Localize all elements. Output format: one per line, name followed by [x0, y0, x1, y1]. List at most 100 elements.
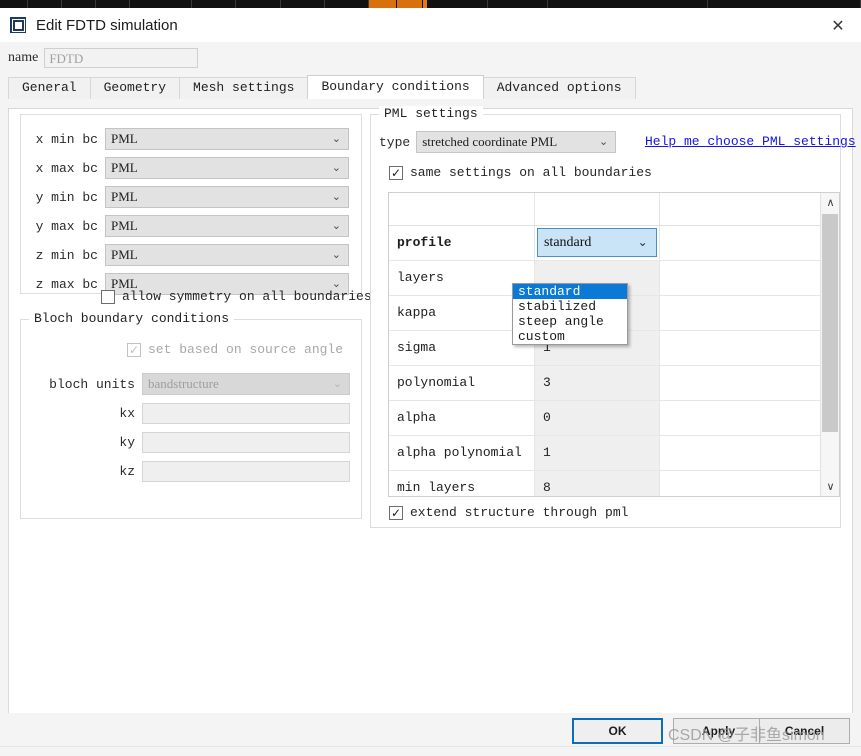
bloch-units-select[interactable]: bandstructure ⌄	[142, 373, 350, 395]
taskbar-segment	[28, 0, 62, 8]
dropdown-option-stabilized[interactable]: stabilized	[513, 299, 627, 314]
param-empty-min-layers	[659, 470, 839, 496]
taskbar-segment	[428, 0, 488, 8]
bc-label-y-max: y max bc	[35, 218, 98, 234]
table-vertical-scrollbar[interactable]: ∧ ∨	[820, 193, 839, 496]
checkbox-box: ✓	[389, 505, 403, 520]
chevron-down-icon: ⌄	[331, 248, 341, 261]
bloch-kz-label: kz	[119, 463, 135, 479]
dialog-title: Edit FDTD simulation	[36, 16, 178, 34]
param-value-profile-cell[interactable]: standard ⌄	[534, 225, 660, 261]
allow-symmetry-label: allow symmetry on all boundaries	[122, 289, 372, 304]
taskbar-segment	[192, 0, 236, 8]
param-value-alpha[interactable]: 0	[534, 400, 660, 436]
table-row: polynomial 3	[389, 365, 839, 401]
edit-fdtd-dialog: Edit FDTD simulation ✕ name FDTD General…	[0, 8, 861, 756]
bc-select-x-min[interactable]: PML ⌄	[105, 128, 349, 150]
scrollbar-thumb[interactable]	[822, 214, 838, 432]
square-window-icon	[10, 17, 26, 33]
dropdown-option-custom[interactable]: custom	[513, 329, 627, 344]
bloch-ky-input[interactable]	[142, 431, 350, 453]
pml-table: profile standard ⌄ layers kappa sigma 1 …	[389, 193, 839, 496]
bloch-kz-input[interactable]	[142, 460, 350, 482]
dialog-bottom-edge	[0, 746, 861, 756]
scroll-up-icon[interactable]: ∧	[821, 193, 839, 212]
table-header-cell-value	[534, 193, 660, 226]
taskbar-segment	[236, 0, 281, 8]
bc-label-y-min: y min bc	[35, 189, 98, 205]
bc-label-z-min: z min bc	[35, 247, 98, 263]
bc-value-x-max: PML	[111, 160, 138, 175]
profile-dropdown-list[interactable]: standard stabilized steep angle custom	[512, 283, 628, 345]
param-empty-kappa	[659, 295, 839, 331]
chevron-down-icon: ⌄	[332, 377, 342, 390]
bc-value-x-min: PML	[111, 131, 138, 146]
taskbar-segment-active	[369, 0, 397, 8]
dialog-titlebar: Edit FDTD simulation ✕	[0, 8, 861, 42]
help-me-choose-pml-link[interactable]: Help me choose PML settings	[645, 134, 856, 149]
chevron-down-icon: ⌄	[331, 219, 341, 232]
tab-bar: General Geometry Mesh settings Boundary …	[8, 75, 861, 99]
pml-type-select[interactable]: stretched coordinate PML ⌄	[416, 131, 617, 153]
bloch-units-row: bloch units bandstructure ⌄	[20, 372, 355, 396]
bloch-kx-input[interactable]	[142, 402, 350, 424]
tab-boundary-conditions[interactable]: Boundary conditions	[307, 75, 484, 99]
param-empty-polynomial	[659, 365, 839, 401]
profile-selected-value: standard	[543, 235, 592, 250]
table-row: min layers 8	[389, 470, 839, 496]
bloch-ky-label: ky	[119, 434, 135, 450]
bc-row-z-min: z min bc PML ⌄	[29, 243, 355, 267]
tab-geometry[interactable]: Geometry	[89, 77, 181, 99]
param-empty-sigma	[659, 330, 839, 366]
dropdown-option-steep-angle[interactable]: steep angle	[513, 314, 627, 329]
taskbar-segment	[488, 0, 548, 8]
checkbox-box: ✓	[127, 342, 141, 357]
bloch-kz-row: kz	[20, 459, 355, 483]
param-value-alpha-polynomial[interactable]: 1	[534, 435, 660, 471]
table-row: alpha 0	[389, 400, 839, 436]
bloch-kx-row: kx	[20, 401, 355, 425]
param-name-polynomial: polynomial	[389, 365, 535, 401]
bc-select-y-min[interactable]: PML ⌄	[105, 186, 349, 208]
param-name-alpha-polynomial: alpha polynomial	[389, 435, 535, 471]
taskbar-segment	[548, 0, 708, 8]
same-settings-checkbox[interactable]: ✓ same settings on all boundaries	[389, 165, 652, 180]
bloch-groupbox: Bloch boundary conditions ✓ set based on…	[20, 311, 362, 519]
taskbar-strip	[0, 0, 861, 8]
param-name-profile: profile	[389, 225, 535, 261]
bc-select-y-max[interactable]: PML ⌄	[105, 215, 349, 237]
chevron-down-icon: ⌄	[637, 235, 648, 249]
bloch-units-value: bandstructure	[148, 376, 219, 391]
tab-general[interactable]: General	[8, 77, 91, 99]
cancel-button[interactable]: Cancel	[759, 718, 850, 744]
profile-select[interactable]: standard ⌄	[536, 228, 657, 257]
checkbox-box	[101, 289, 115, 304]
param-value-polynomial[interactable]: 3	[534, 365, 660, 401]
bc-select-x-max[interactable]: PML ⌄	[105, 157, 349, 179]
apply-button[interactable]: Apply	[673, 718, 764, 744]
close-icon[interactable]: ✕	[815, 8, 861, 42]
bc-select-z-min[interactable]: PML ⌄	[105, 244, 349, 266]
bloch-ky-row: ky	[20, 430, 355, 454]
name-input[interactable]: FDTD	[44, 48, 199, 68]
taskbar-segment	[130, 0, 192, 8]
table-header-cell-name	[389, 193, 535, 226]
bc-value-y-max: PML	[111, 218, 138, 233]
ok-button[interactable]: OK	[572, 718, 663, 744]
allow-symmetry-checkbox[interactable]: allow symmetry on all boundaries	[101, 289, 372, 304]
pml-groupbox: PML settings type stretched coordinate P…	[370, 106, 856, 528]
scroll-down-icon[interactable]: ∨	[821, 477, 839, 496]
param-value-min-layers[interactable]: 8	[534, 470, 660, 496]
tab-mesh-settings[interactable]: Mesh settings	[179, 77, 309, 99]
set-based-on-source-angle-checkbox[interactable]: ✓ set based on source angle	[127, 342, 343, 357]
dropdown-option-standard[interactable]: standard	[513, 284, 627, 299]
name-label: name	[8, 50, 39, 65]
extend-structure-checkbox[interactable]: ✓ extend structure through pml	[389, 505, 628, 520]
bloch-kx-label: kx	[119, 405, 135, 421]
bc-groupbox: x min bc PML ⌄ x max bc PML ⌄ y min bc P…	[20, 114, 362, 295]
tab-advanced-options[interactable]: Advanced options	[482, 77, 636, 99]
pml-type-value: stretched coordinate PML	[422, 134, 558, 149]
name-row: name FDTD	[0, 42, 861, 74]
bc-label-z-max: z max bc	[35, 276, 98, 292]
taskbar-segment	[62, 0, 96, 8]
